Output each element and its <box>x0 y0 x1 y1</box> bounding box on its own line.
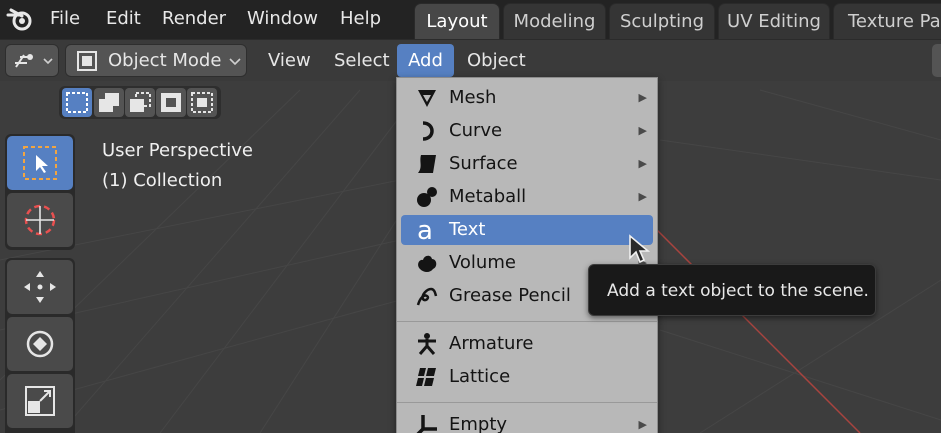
menu-item-mesh[interactable]: Mesh ▶ <box>401 83 653 113</box>
select-box-icon <box>23 146 57 180</box>
header-menu-select[interactable]: Select <box>324 44 400 77</box>
menu-item-label: Grease Pencil <box>449 285 571 306</box>
viewport-collection-label: (1) Collection <box>102 170 223 191</box>
header-menu-add[interactable]: Add <box>397 44 454 77</box>
menu-item-empty[interactable]: Empty ▶ <box>401 410 653 433</box>
select-new-button[interactable] <box>62 88 92 117</box>
mouse-pointer-icon <box>629 234 650 264</box>
tab-uv-editing[interactable]: UV Editing <box>718 3 830 39</box>
select-subtract-icon <box>130 92 151 112</box>
scale-icon <box>25 386 55 416</box>
editor-type-selector[interactable] <box>5 44 59 77</box>
tab-layout[interactable]: Layout <box>414 3 500 39</box>
header-right-widget[interactable] <box>932 44 941 77</box>
svg-text:a: a <box>417 218 433 242</box>
header-menu-view[interactable]: View <box>258 44 321 77</box>
mode-label: Object Mode <box>108 50 222 71</box>
toolbar-select-group <box>5 134 75 250</box>
menu-window[interactable]: Window <box>239 0 326 37</box>
move-tool-button[interactable] <box>7 260 73 314</box>
select-intersect-icon <box>191 92 213 113</box>
menu-render[interactable]: Render <box>154 0 234 37</box>
menu-item-text[interactable]: a Text <box>401 215 653 245</box>
select-extend-icon <box>99 93 119 112</box>
menu-item-surface[interactable]: Surface ▶ <box>401 149 653 179</box>
menu-separator <box>397 321 657 322</box>
menu-file[interactable]: File <box>42 0 88 37</box>
menu-item-metaball[interactable]: Metaball ▶ <box>401 182 653 212</box>
menu-item-label: Curve <box>449 120 503 141</box>
grease-pencil-icon <box>416 287 438 306</box>
select-invert-icon <box>161 93 181 112</box>
top-menu-bar: File Edit Render Window Help Layout Mode… <box>0 0 941 39</box>
rotate-icon <box>26 330 54 358</box>
menu-item-label: Empty <box>449 414 508 433</box>
select-subtract-button[interactable] <box>125 88 155 117</box>
metaball-icon <box>417 187 437 207</box>
select-intersect-button[interactable] <box>187 88 217 117</box>
volume-icon <box>418 255 437 272</box>
lattice-icon <box>416 368 436 386</box>
menu-item-label: Lattice <box>449 366 511 387</box>
rotate-tool-button[interactable] <box>7 317 73 371</box>
chevron-down-icon <box>229 58 241 66</box>
submenu-arrow-icon: ▶ <box>638 157 647 170</box>
menu-separator <box>397 402 657 403</box>
cursor-crosshair-icon <box>24 204 56 236</box>
blender-logo-icon[interactable] <box>6 6 34 32</box>
toolbar-transform-group <box>5 258 75 433</box>
menu-item-lattice[interactable]: Lattice <box>401 362 653 392</box>
mesh-icon <box>418 90 436 107</box>
menu-item-label: Mesh <box>449 87 497 108</box>
surface-icon <box>418 155 436 173</box>
select-new-icon <box>66 92 88 113</box>
add-menu-dropdown: Mesh ▶ Curve ▶ Surface ▶ Metaball ▶ a Te… <box>396 77 658 433</box>
menu-item-label: Volume <box>449 252 516 273</box>
scale-tool-button[interactable] <box>7 374 73 428</box>
move-icon <box>24 271 56 303</box>
submenu-arrow-icon: ▶ <box>638 91 647 104</box>
tab-texture-paint[interactable]: Texture Pai <box>833 3 941 39</box>
mode-selector[interactable]: Object Mode <box>65 44 247 77</box>
menu-item-label: Metaball <box>449 186 527 207</box>
menu-item-label: Armature <box>449 333 534 354</box>
viewport-perspective-label: User Perspective <box>102 140 253 161</box>
viewport-header: Object Mode View Select Add Object <box>0 39 941 81</box>
curve-icon <box>422 121 434 141</box>
empty-icon <box>416 415 437 433</box>
text-icon: a <box>417 218 433 242</box>
submenu-arrow-icon: ▶ <box>638 418 647 431</box>
submenu-arrow-icon: ▶ <box>638 190 647 203</box>
select-extend-button[interactable] <box>94 88 124 117</box>
tab-sculpting[interactable]: Sculpting <box>609 3 715 39</box>
menu-item-curve[interactable]: Curve ▶ <box>401 116 653 146</box>
selection-mode-group <box>59 86 221 119</box>
editor-type-icon <box>15 54 53 68</box>
menu-edit[interactable]: Edit <box>98 0 149 37</box>
menu-item-label: Text <box>449 219 486 240</box>
submenu-arrow-icon: ▶ <box>638 124 647 137</box>
tooltip: Add a text object to the scene. <box>588 264 876 316</box>
select-box-tool-button[interactable] <box>7 136 73 190</box>
header-menu-object[interactable]: Object <box>457 44 536 77</box>
menu-help[interactable]: Help <box>332 0 389 37</box>
menu-item-armature[interactable]: Armature <box>401 329 653 359</box>
object-mode-icon <box>77 51 97 71</box>
tab-modeling[interactable]: Modeling <box>503 3 606 39</box>
armature-icon <box>418 333 436 355</box>
x-axis-line <box>654 227 861 433</box>
menu-item-label: Surface <box>449 153 518 174</box>
select-invert-button[interactable] <box>156 88 186 117</box>
cursor-tool-button[interactable] <box>7 193 73 247</box>
